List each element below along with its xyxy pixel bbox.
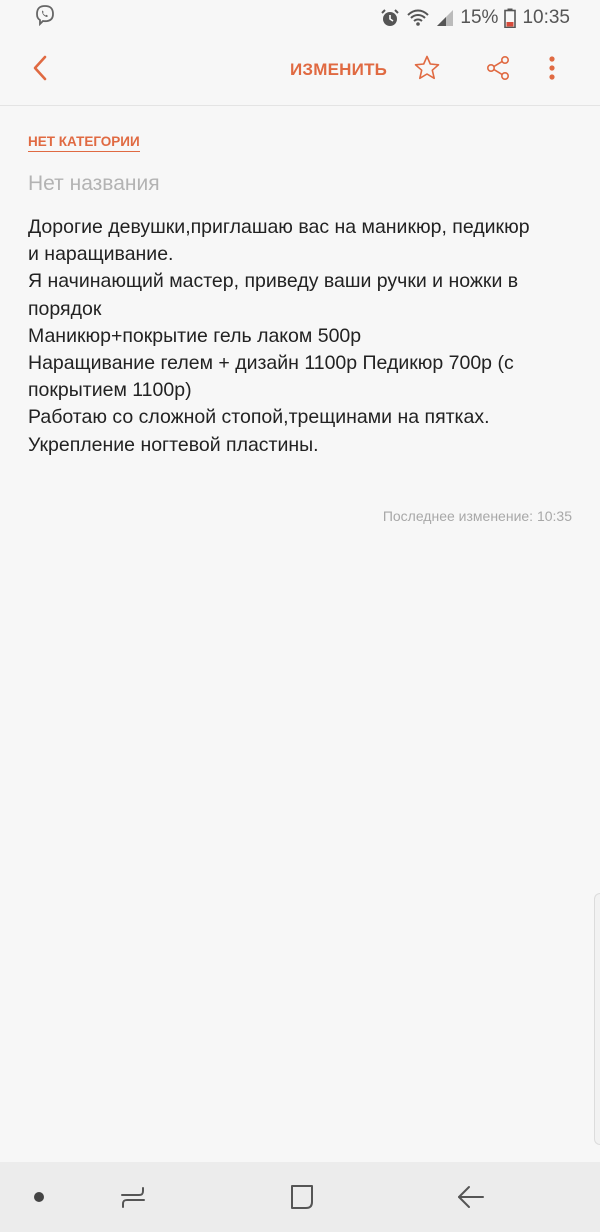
more-options-button[interactable] [540, 55, 564, 85]
note-body-line: порядок [28, 297, 102, 320]
back-button[interactable] [24, 54, 56, 86]
battery-percent: 15% [460, 7, 499, 28]
home-icon[interactable] [288, 1182, 316, 1217]
back-icon[interactable] [456, 1182, 486, 1217]
note-toolbar: ИЗМЕНИТЬ [0, 36, 600, 106]
note-body: Дорогие девушки,приглашаю вас на маникюр… [28, 214, 576, 459]
scroll-handle[interactable] [594, 893, 600, 1145]
note-body-line: Укрепление ногтевой пластины. [28, 433, 319, 456]
more-vert-icon [548, 55, 556, 86]
note-title-placeholder: Нет названия [28, 172, 160, 195]
share-button[interactable] [484, 55, 512, 85]
note-body-line: Работаю со сложной стопой,трещинами на п… [28, 406, 490, 429]
note-body-line: Я начинающий мастер, приведу ваши ручки … [28, 270, 519, 293]
clock: 10:35 [522, 7, 570, 28]
battery-icon [504, 8, 517, 28]
recents-icon[interactable] [118, 1182, 148, 1217]
wifi-icon [406, 8, 430, 28]
system-nav-bar [0, 1162, 600, 1232]
last-modified-text: Последнее изменение: 10:35 [382, 508, 572, 524]
share-icon [486, 55, 510, 86]
note-category[interactable]: НЕТ КАТЕГОРИИ [28, 134, 140, 152]
viber-icon [34, 4, 56, 32]
note-body-line: Дорогие девушки,приглашаю вас на маникюр… [28, 216, 530, 238]
alarm-icon [380, 8, 400, 28]
favorite-button[interactable] [412, 55, 442, 85]
signal-icon [436, 9, 454, 27]
star-icon [413, 54, 441, 87]
note-body-line: Наращивание гелем + дизайн 1100р Педикюр… [28, 352, 514, 375]
status-bar: 15% 10:35 [0, 0, 600, 36]
note-body-line: и наращивание. [28, 243, 174, 266]
edit-button[interactable]: ИЗМЕНИТЬ [290, 60, 387, 80]
note-body-line: Маникюр+покрытие гель лаком 500р [28, 324, 362, 347]
nav-dot-icon[interactable] [34, 1192, 44, 1202]
back-arrow-icon [30, 54, 50, 87]
note-body-line: покрытием 1100р) [28, 379, 192, 402]
